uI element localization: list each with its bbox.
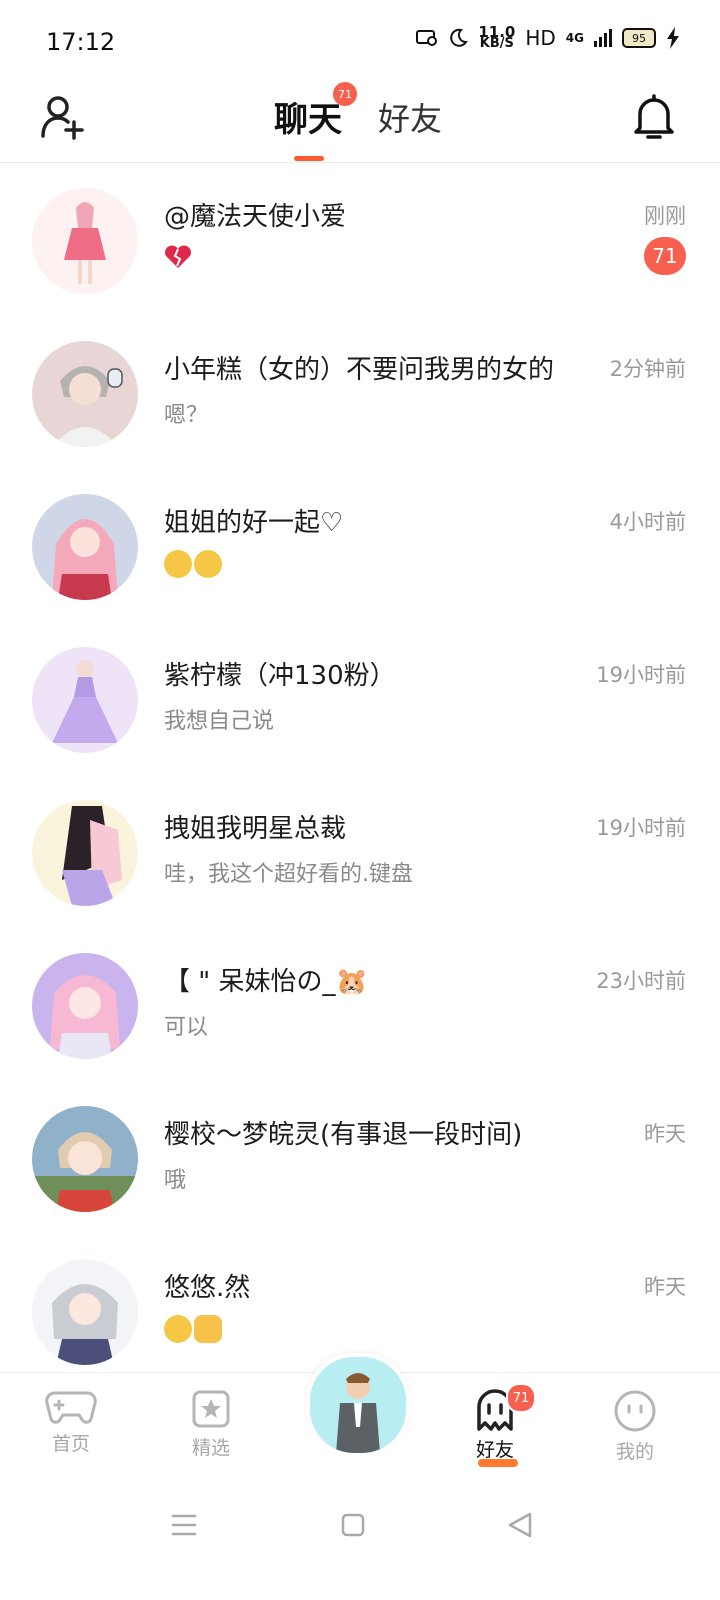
chat-row[interactable]: 拽姐我明星总裁 哇，我这个超好看的.键盘 19小时前 — [0, 774, 720, 927]
moon-icon — [450, 28, 469, 47]
chat-time: 昨天 — [644, 1122, 686, 1146]
avatar — [32, 647, 138, 753]
ok-hand-icon — [194, 1315, 222, 1343]
unread-count-badge: 71 — [644, 237, 686, 275]
chat-time: 23小时前 — [596, 969, 686, 993]
broken-heart-icon — [165, 245, 191, 268]
chat-row[interactable]: 小年糕（女的）不要问我男的女的 嗯？ 2分钟前 — [0, 315, 720, 468]
center-avatar-button[interactable] — [306, 1353, 410, 1457]
chat-row[interactable]: 【 " 呆妹怡の_🐹 可以 23小时前 — [0, 927, 720, 1080]
chat-list: @魔法天使小爱 刚刚 71 小年糕（女的）不要问我男的女的 嗯？ 2分钟前 姐姐… — [0, 162, 720, 1386]
network-type: 4G — [565, 31, 584, 45]
status-bar: 17:12 11.0 KB/S HD 4G 95 — [0, 0, 720, 80]
chat-row[interactable]: 紫柠檬（冲130粉） 我想自己说 19小时前 — [0, 621, 720, 774]
battery-icon: 95 — [622, 28, 656, 48]
smiley-face-icon — [614, 1390, 656, 1432]
chat-name: 紫柠檬（冲130粉） — [164, 661, 396, 691]
top-header: 聊天 71 好友 — [0, 80, 720, 163]
active-nav-indicator — [478, 1459, 518, 1467]
chat-name: 拽姐我明星总裁 — [164, 814, 347, 844]
menu-icon[interactable] — [170, 1512, 198, 1538]
active-tab-indicator — [294, 156, 324, 161]
status-time: 17:12 — [46, 28, 116, 56]
chat-preview: 嗯？ — [164, 403, 209, 428]
friends-unread-badge: 71 — [506, 1383, 536, 1413]
nav-home[interactable]: 首页 — [26, 1389, 116, 1456]
chat-unread-badge: 71 — [333, 82, 357, 106]
chat-name: 樱校～梦皖灵(有事退一段时间) — [164, 1120, 523, 1150]
chat-time: 4小时前 — [609, 510, 686, 534]
avatar — [32, 953, 138, 1059]
avatar — [32, 1106, 138, 1212]
status-icons: 11.0 KB/S HD 4G 95 — [416, 23, 680, 51]
tab-friends[interactable]: 好友 — [378, 94, 442, 140]
back-triangle-icon[interactable] — [506, 1510, 534, 1540]
chat-row[interactable]: 樱校～梦皖灵(有事退一段时间) 哦 昨天 — [0, 1080, 720, 1233]
chat-preview: 哇，我这个超好看的.键盘 — [164, 862, 413, 887]
chat-name: 小年糕（女的）不要问我男的女的 — [164, 355, 555, 385]
network-speed: 11.0 KB/S — [478, 23, 516, 51]
gamepad-icon — [45, 1391, 97, 1424]
avatar — [32, 188, 138, 294]
add-friend-icon[interactable] — [40, 94, 86, 140]
chat-name: 【 " 呆妹怡の_🐹 — [164, 967, 368, 997]
chat-preview: 哦 — [164, 1168, 187, 1193]
nav-featured[interactable]: 精选 — [166, 1389, 256, 1460]
chat-preview — [164, 550, 224, 578]
avatar — [32, 341, 138, 447]
bell-icon[interactable] — [632, 92, 676, 142]
chat-preview — [164, 1315, 224, 1343]
avatar — [32, 494, 138, 600]
chat-name: @魔法天使小爱 — [164, 202, 347, 232]
star-card-icon — [192, 1390, 230, 1428]
pensive-face-icon — [194, 550, 222, 578]
screen-cast-icon — [416, 30, 438, 46]
chat-preview: 我想自己说 — [164, 709, 275, 734]
bottom-nav: 首页 精选 好友 71 我的 — [0, 1353, 720, 1493]
charging-icon — [667, 27, 679, 49]
pensive-face-icon — [164, 550, 192, 578]
nav-mine[interactable]: 我的 — [590, 1389, 680, 1464]
chat-name: 姐姐的好一起♡ — [164, 508, 344, 538]
signal-icon — [594, 29, 612, 47]
crying-face-icon — [164, 1315, 192, 1343]
chat-time: 19小时前 — [596, 663, 686, 687]
chat-time: 2分钟前 — [609, 357, 686, 381]
chat-preview: 可以 — [164, 1015, 209, 1040]
chat-preview — [164, 244, 192, 270]
chat-time: 刚刚 — [644, 204, 686, 228]
chat-time: 19小时前 — [596, 816, 686, 840]
tab-chat[interactable]: 聊天 — [274, 92, 342, 141]
chat-time: 昨天 — [644, 1275, 686, 1299]
chat-name: 悠悠.然 — [164, 1273, 251, 1303]
chat-row[interactable]: @魔法天使小爱 刚刚 71 — [0, 162, 720, 315]
home-square-icon[interactable] — [340, 1512, 366, 1538]
avatar — [32, 1259, 138, 1365]
system-nav-bar — [0, 1492, 720, 1600]
hd-indicator: HD — [525, 26, 556, 50]
chat-row[interactable]: 姐姐的好一起♡ 4小时前 — [0, 468, 720, 621]
avatar — [32, 800, 138, 906]
